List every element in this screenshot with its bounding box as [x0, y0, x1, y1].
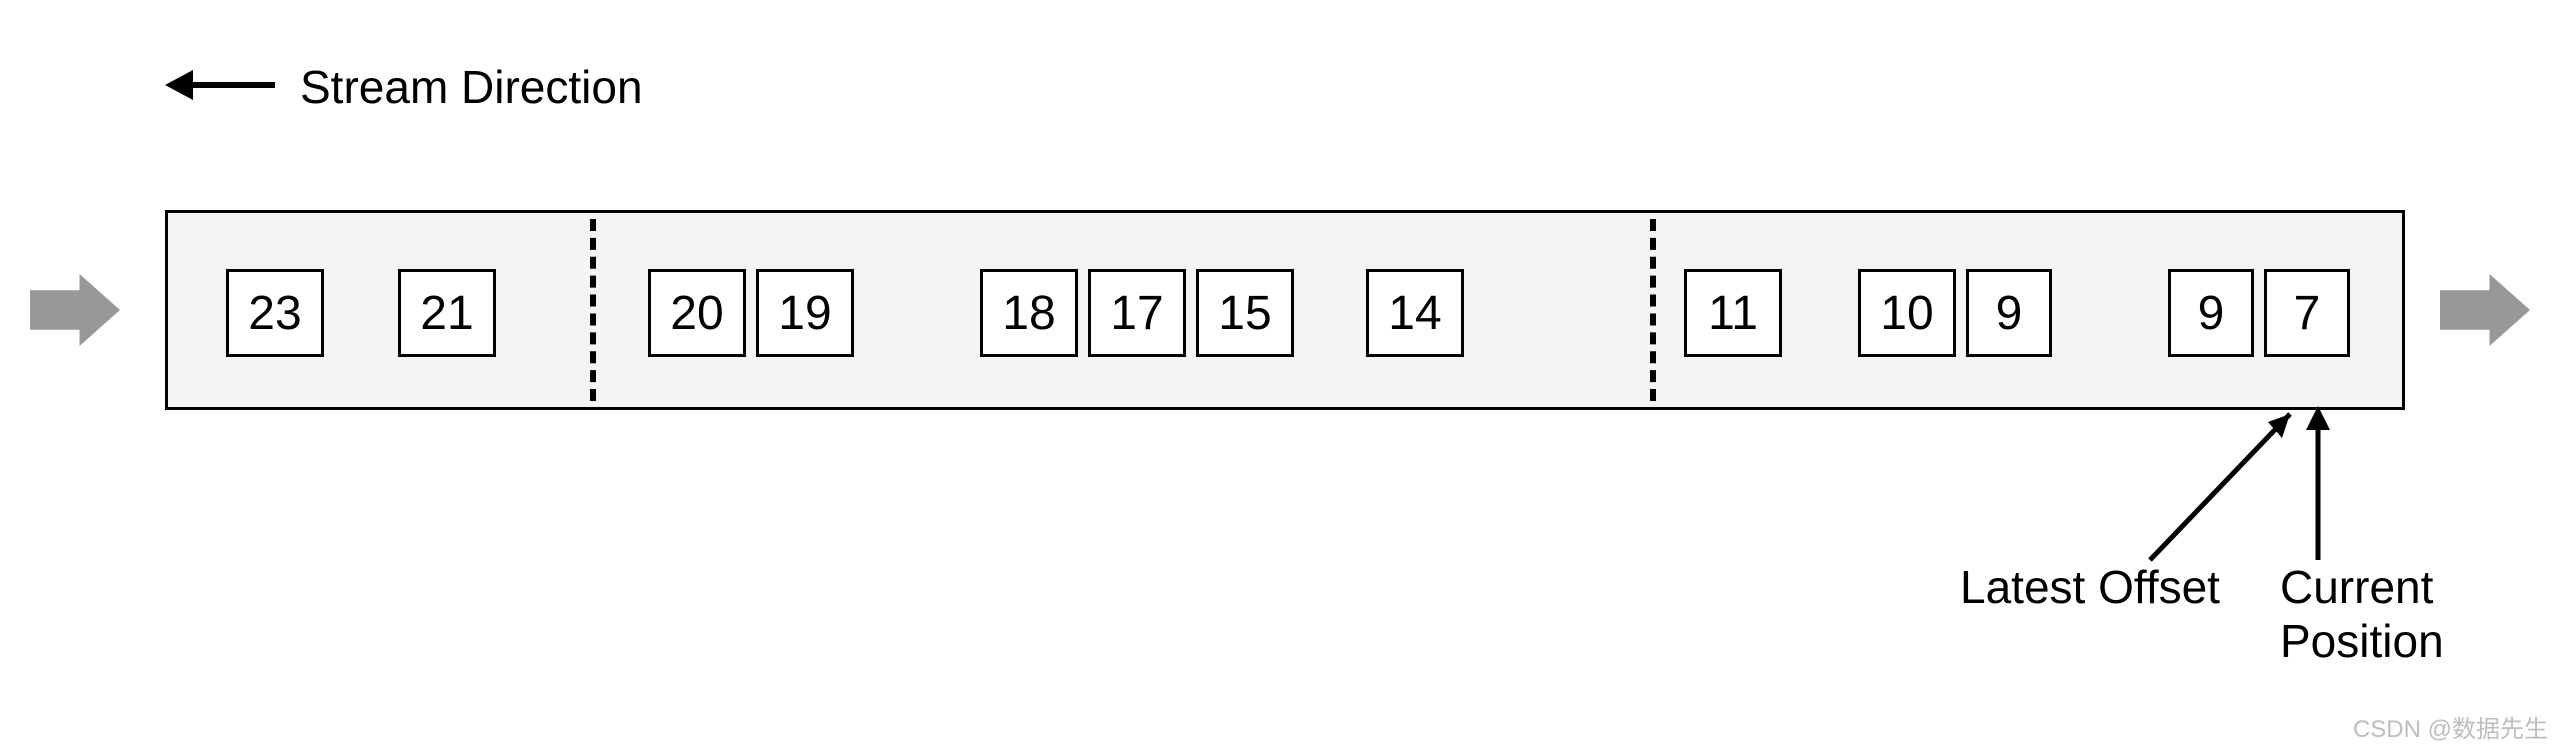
- event-cell-10: 9: [1966, 269, 2052, 357]
- event-cell-3: 19: [756, 269, 854, 357]
- current-position-pointer-icon: [2296, 400, 2356, 570]
- event-cell-6: 15: [1196, 269, 1294, 357]
- watermark: CSDN @数据先生: [2353, 709, 2548, 744]
- event-cell-0: 23: [226, 269, 324, 357]
- latest-offset-label: Latest Offset: [1960, 560, 2220, 614]
- event-cell-4: 18: [980, 269, 1078, 357]
- latest-offset-pointer-icon: [2140, 400, 2330, 570]
- event-queue: 23212019181715141110997: [165, 210, 2405, 410]
- current-position-label: Current Position: [2280, 560, 2560, 668]
- event-cell-2: 20: [648, 269, 746, 357]
- stream-direction-label: Stream Direction: [300, 60, 643, 114]
- stream-out-arrow: [2440, 270, 2530, 350]
- event-cell-11: 9: [2168, 269, 2254, 357]
- stream-in-arrow: [30, 270, 120, 350]
- event-cell-12: 7: [2264, 269, 2350, 357]
- event-cell-9: 10: [1858, 269, 1956, 357]
- event-cell-1: 21: [398, 269, 496, 357]
- event-cell-5: 17: [1088, 269, 1186, 357]
- window-divider-1: [590, 219, 596, 401]
- window-divider-2: [1650, 219, 1656, 401]
- event-cell-7: 14: [1366, 269, 1464, 357]
- stream-direction-arrow-icon: [165, 50, 275, 131]
- event-cell-8: 11: [1684, 269, 1782, 357]
